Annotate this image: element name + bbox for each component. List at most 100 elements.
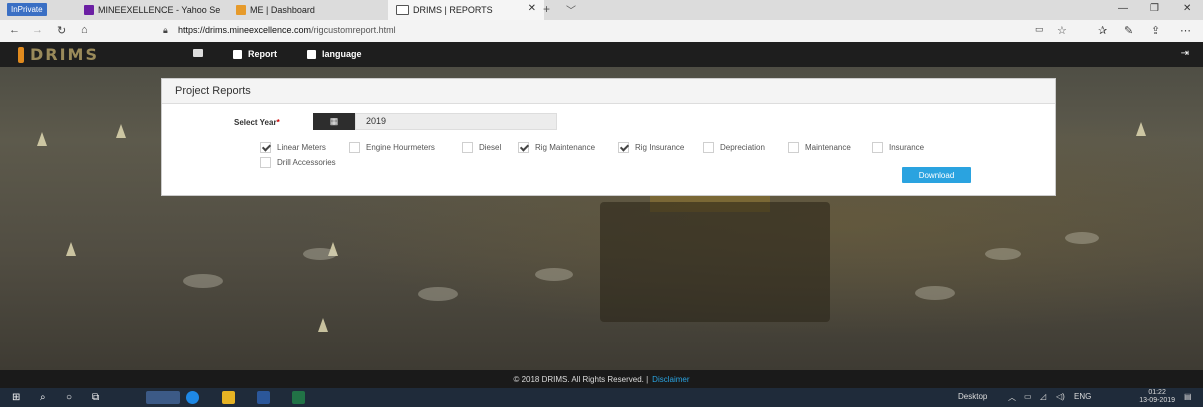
network-icon[interactable]: ◿ <box>1040 392 1046 401</box>
calendar-icon: ▦ <box>329 116 339 126</box>
page-footer: © 2018 DRIMS. All Rights Reserved. | Dis… <box>0 370 1203 388</box>
disclaimer-link[interactable]: Disclaimer <box>652 375 689 384</box>
nav-report-label: Report <box>248 49 277 59</box>
drims-logo[interactable]: DRIMS <box>18 45 99 64</box>
project-reports-panel: Project Reports Select Year* ▦ 2019 Line… <box>161 78 1056 196</box>
inprivate-label: InPrivate <box>11 5 43 14</box>
clock-date: 13-09-2019 <box>1139 397 1175 404</box>
forward-icon[interactable]: → <box>32 24 43 36</box>
language-indicator[interactable]: ENG <box>1074 392 1091 401</box>
engine-hourmeters-checkbox[interactable] <box>349 142 360 153</box>
option-diesel[interactable]: Diesel <box>462 142 501 153</box>
nav-report[interactable]: Report <box>233 49 277 59</box>
nav-language-label: language <box>322 49 362 59</box>
reading-view-icon[interactable]: ▭ <box>1035 24 1044 35</box>
clock-time: 01:22 <box>1148 389 1166 396</box>
tab-list-button[interactable]: ﹀ <box>566 2 576 17</box>
background-hole <box>915 286 955 300</box>
minimize-icon[interactable]: — <box>1118 3 1128 14</box>
tray-chevron-icon[interactable]: ︿ <box>1008 392 1016 403</box>
diesel-checkbox[interactable] <box>462 142 473 153</box>
background-cone <box>1136 122 1146 136</box>
url-host: https://drims.mineexcellence.com <box>178 25 312 35</box>
drill-accessories-checkbox[interactable] <box>260 157 271 168</box>
option-label: Drill Accessories <box>277 158 336 167</box>
option-label: Rig Maintenance <box>535 143 596 152</box>
top-navbar: DRIMS Report language ⇥ <box>0 42 1203 67</box>
maintenance-checkbox[interactable] <box>788 142 799 153</box>
share-icon[interactable]: ⇪ <box>1151 24 1160 37</box>
background-cone <box>318 318 328 332</box>
option-rig-insurance[interactable]: Rig Insurance <box>618 142 684 153</box>
volume-icon[interactable]: ◁) <box>1056 392 1065 401</box>
more-icon[interactable]: ⋯ <box>1180 24 1191 37</box>
background-rig <box>600 202 830 322</box>
insurance-checkbox[interactable] <box>872 142 883 153</box>
taskbar-clock[interactable]: 01:22 13-09-2019 <box>1139 389 1175 405</box>
copyright-text: © 2018 DRIMS. All Rights Reserved. | <box>513 374 649 384</box>
notifications-icon[interactable]: ▤ <box>1184 392 1192 401</box>
year-input[interactable]: 2019 <box>355 113 557 130</box>
option-engine-hourmeters[interactable]: Engine Hourmeters <box>349 142 435 153</box>
nav-dashboard[interactable] <box>193 49 203 57</box>
option-drill-accessories[interactable]: Drill Accessories <box>260 157 336 168</box>
new-tab-button[interactable]: + <box>543 2 550 16</box>
home-icon[interactable]: ⌂ <box>81 24 88 36</box>
close-window-icon[interactable]: ✕ <box>1183 3 1191 14</box>
skype-icon[interactable] <box>186 391 199 404</box>
desktop-toolbar[interactable]: Desktop <box>958 392 987 401</box>
back-icon[interactable]: ← <box>9 24 20 36</box>
tab-label: DRIMS | REPORTS <box>413 5 493 15</box>
refresh-icon[interactable]: ↻ <box>57 24 66 37</box>
battery-icon: ▭ <box>1024 392 1032 401</box>
option-maintenance[interactable]: Maintenance <box>788 142 851 153</box>
rig-insurance-checkbox[interactable] <box>618 142 629 153</box>
me-favicon-icon <box>236 5 246 15</box>
option-insurance[interactable]: Insurance <box>872 142 924 153</box>
close-tab-icon[interactable]: ✕ <box>528 3 536 14</box>
tab-dashboard[interactable]: ME | Dashboard <box>236 2 315 18</box>
background-cone <box>37 132 47 146</box>
option-label: Insurance <box>889 143 925 152</box>
search-icon[interactable]: ⌕ <box>40 392 46 403</box>
rig-maintenance-checkbox[interactable] <box>518 142 529 153</box>
download-button[interactable]: Download <box>902 167 971 183</box>
tab-yahoo[interactable]: MINEEXELLENCE - Yahoo Se <box>84 2 220 18</box>
background-cone <box>66 242 76 256</box>
option-depreciation[interactable]: Depreciation <box>703 142 765 153</box>
restore-icon[interactable]: ❐ <box>1150 3 1159 14</box>
background-hole <box>535 268 573 281</box>
option-label: Depreciation <box>720 143 765 152</box>
linear-meters-checkbox[interactable] <box>260 142 271 153</box>
report-icon <box>233 49 242 59</box>
select-year-label: Select Year* <box>234 118 280 127</box>
option-linear-meters[interactable]: Linear Meters <box>260 142 326 153</box>
url-field[interactable]: https://drims.mineexcellence.com/rigcust… <box>178 25 396 35</box>
depreciation-checkbox[interactable] <box>703 142 714 153</box>
tab-drims-reports[interactable]: DRIMS | REPORTS ✕ <box>388 0 544 20</box>
inprivate-badge[interactable]: InPrivate <box>7 3 47 16</box>
excel-icon[interactable] <box>292 391 305 404</box>
task-view-icon[interactable]: ⧉ <box>92 392 99 403</box>
cortana-icon[interactable]: ○ <box>66 392 72 403</box>
nav-language[interactable]: language <box>307 49 362 59</box>
word-icon[interactable] <box>257 391 270 404</box>
option-label: Rig Insurance <box>635 143 685 152</box>
background-hole <box>303 248 337 260</box>
option-rig-maintenance[interactable]: Rig Maintenance <box>518 142 595 153</box>
favorites-hub-icon[interactable]: ✰ <box>1098 24 1107 37</box>
sign-out-icon[interactable]: ⇥ <box>1181 48 1189 59</box>
calendar-button[interactable]: ▦ <box>313 113 355 130</box>
address-bar: ← → ↻ ⌂ 🔒︎ https://drims.mineexcellence.… <box>0 20 1203 43</box>
favorite-star-icon[interactable]: ☆ <box>1057 24 1067 37</box>
browser-tab-bar: InPrivate MINEEXELLENCE - Yahoo Se ME | … <box>0 0 1203 20</box>
language-icon <box>307 49 316 59</box>
dashboard-icon <box>193 49 203 57</box>
background-hole <box>183 274 223 288</box>
file-explorer-icon[interactable] <box>222 391 235 404</box>
logo-text: DRIMS <box>30 45 99 64</box>
notes-icon[interactable]: ✎ <box>1124 24 1133 37</box>
edge-browser-icon[interactable] <box>146 391 180 404</box>
windows-start-icon[interactable]: ⊞ <box>12 392 20 403</box>
background-hole <box>985 248 1021 260</box>
